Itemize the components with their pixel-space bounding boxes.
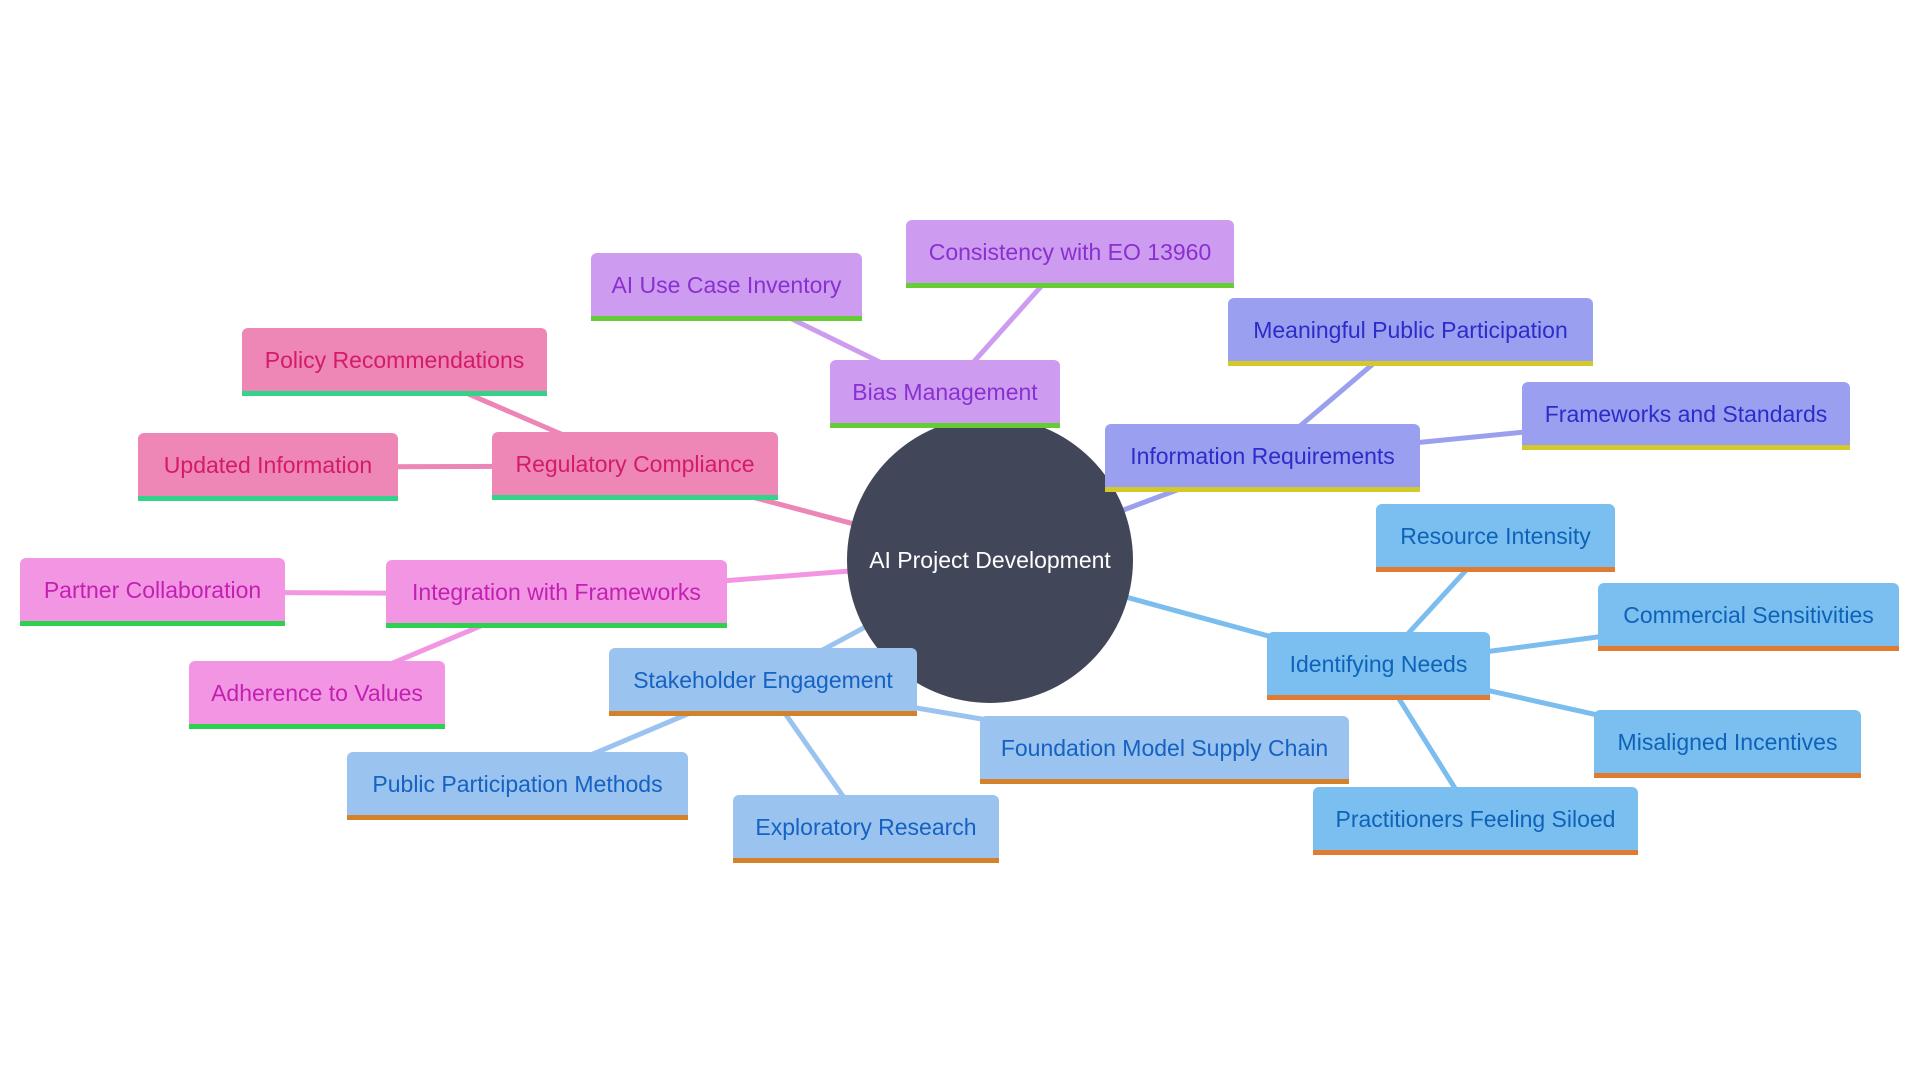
node-label: Practitioners Feeling Siloed — [1335, 806, 1616, 832]
node-ai-use-case-inventory[interactable]: AI Use Case Inventory — [591, 253, 862, 321]
node-label: Regulatory Compliance — [515, 451, 755, 477]
node-regulatory-compliance[interactable]: Regulatory Compliance — [492, 432, 778, 500]
node-label: Partner Collaboration — [43, 577, 262, 603]
node-meaningful-public-participation[interactable]: Meaningful Public Participation — [1228, 298, 1593, 366]
node-practitioners-feeling-siloed[interactable]: Practitioners Feeling Siloed — [1313, 787, 1638, 855]
node-misaligned-incentives[interactable]: Misaligned Incentives — [1594, 710, 1861, 778]
node-bias-management[interactable]: Bias Management — [830, 360, 1060, 428]
node-label: Information Requirements — [1130, 443, 1395, 469]
node-identifying-needs[interactable]: Identifying Needs — [1267, 632, 1490, 700]
node-label: Integration with Frameworks — [412, 579, 701, 605]
node-commercial-sensitivities[interactable]: Commercial Sensitivities — [1598, 583, 1899, 651]
node-foundation-model-supply-chain[interactable]: Foundation Model Supply Chain — [980, 716, 1349, 784]
node-label: Meaningful Public Participation — [1253, 317, 1568, 343]
node-partner-collaboration[interactable]: Partner Collaboration — [20, 558, 285, 626]
node-label: Stakeholder Engagement — [633, 667, 893, 693]
node-label: Frameworks and Standards — [1544, 401, 1828, 427]
node-label: Bias Management — [852, 379, 1038, 405]
node-frameworks-and-standards[interactable]: Frameworks and Standards — [1522, 382, 1850, 450]
node-policy-recommendations[interactable]: Policy Recommendations — [242, 328, 547, 396]
node-consistency-eo-13960[interactable]: Consistency with EO 13960 — [906, 220, 1234, 288]
node-stakeholder-engagement[interactable]: Stakeholder Engagement — [609, 648, 917, 716]
node-public-participation-methods[interactable]: Public Participation Methods — [347, 752, 688, 820]
node-label: Adherence to Values — [211, 680, 423, 706]
node-label: Updated Information — [163, 452, 373, 478]
node-information-requirements[interactable]: Information Requirements — [1105, 424, 1420, 492]
node-integration-with-frameworks[interactable]: Integration with Frameworks — [386, 560, 727, 628]
node-label: Identifying Needs — [1289, 651, 1468, 677]
node-exploratory-research[interactable]: Exploratory Research — [733, 795, 999, 863]
node-resource-intensity[interactable]: Resource Intensity — [1376, 504, 1615, 572]
node-label: Exploratory Research — [755, 814, 977, 840]
node-label: Commercial Sensitivities — [1623, 602, 1874, 628]
node-label: Consistency with EO 13960 — [928, 239, 1212, 265]
node-label: Resource Intensity — [1400, 523, 1591, 549]
node-label: Public Participation Methods — [372, 771, 663, 797]
node-label: Policy Recommendations — [264, 347, 525, 373]
root-node-label: AI Project Development — [869, 546, 1111, 573]
node-adherence-to-values[interactable]: Adherence to Values — [189, 661, 445, 729]
node-label: Foundation Model Supply Chain — [1000, 735, 1329, 761]
node-label: Misaligned Incentives — [1617, 729, 1838, 755]
node-updated-information[interactable]: Updated Information — [138, 433, 398, 501]
node-label: AI Use Case Inventory — [611, 272, 842, 298]
